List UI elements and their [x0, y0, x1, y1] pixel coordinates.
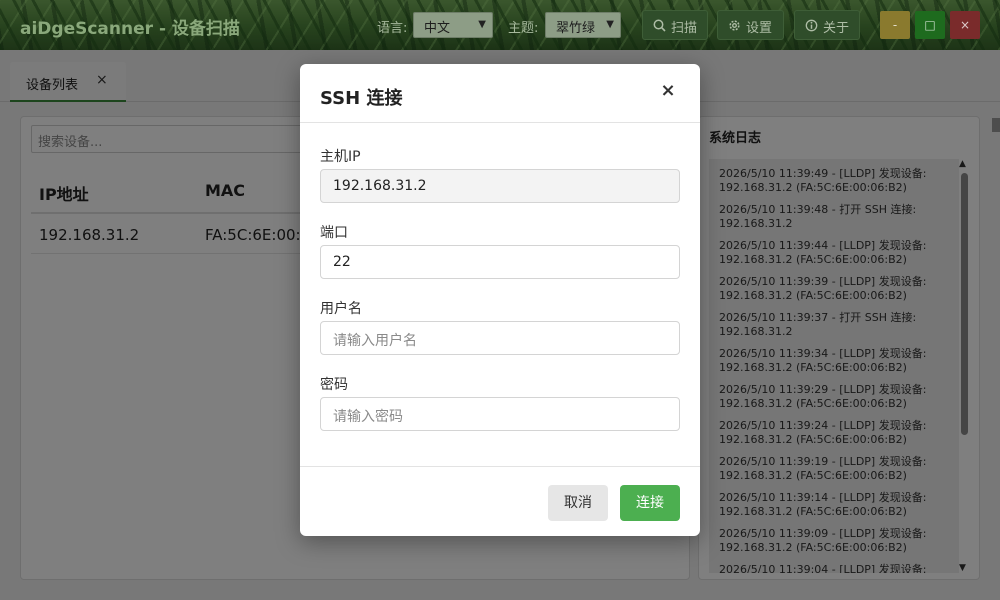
password-field[interactable]: 请输入密码	[320, 397, 680, 431]
close-icon[interactable]: ×	[658, 80, 678, 102]
minimize-button[interactable]: -	[880, 11, 910, 39]
connect-button[interactable]: 连接	[620, 485, 680, 521]
language-label: 语言:	[377, 21, 408, 36]
dialog-title: SSH 连接	[320, 88, 403, 109]
port-field[interactable]: 22	[320, 245, 680, 279]
about-button[interactable]: 关于	[794, 10, 860, 40]
search-icon	[653, 19, 667, 36]
maximize-button[interactable]: □	[915, 11, 945, 39]
app-title: aiDgeScanner - 设备扫描	[20, 19, 240, 39]
port-label: 端口	[320, 225, 348, 241]
username-field[interactable]: 请输入用户名	[320, 321, 680, 355]
gear-icon	[728, 19, 742, 36]
language-select-value: 中文	[424, 21, 451, 36]
cancel-button[interactable]: 取消	[548, 485, 608, 521]
settings-button[interactable]: 设置	[717, 10, 784, 40]
host-ip-label: 主机IP	[320, 149, 361, 165]
info-icon	[805, 19, 819, 36]
scan-button[interactable]: 扫描	[642, 10, 708, 40]
scan-button-label: 扫描	[671, 21, 698, 36]
title-bar: aiDgeScanner - 设备扫描 语言: 中文 ▼ 主题: 翠竹绿 ▼ 扫…	[0, 0, 1000, 50]
host-ip-field[interactable]: 192.168.31.2	[320, 169, 680, 203]
close-button[interactable]: ×	[950, 11, 980, 39]
dialog-header: SSH 连接 ×	[300, 64, 700, 123]
password-label: 密码	[320, 377, 348, 393]
theme-select-value: 翠竹绿	[556, 21, 596, 36]
settings-button-label: 设置	[746, 21, 773, 36]
dialog-footer: 取消 连接	[300, 466, 700, 536]
theme-label: 主题:	[508, 21, 539, 36]
chevron-down-icon: ▼	[606, 19, 614, 30]
language-select[interactable]: 中文 ▼	[413, 12, 493, 38]
ssh-connect-dialog: SSH 连接 × 主机IP 192.168.31.2 端口 22 用户名 请输入…	[300, 64, 700, 536]
username-label: 用户名	[320, 301, 362, 317]
about-button-label: 关于	[823, 21, 850, 36]
chevron-down-icon: ▼	[478, 19, 486, 30]
theme-select[interactable]: 翠竹绿 ▼	[545, 12, 621, 38]
